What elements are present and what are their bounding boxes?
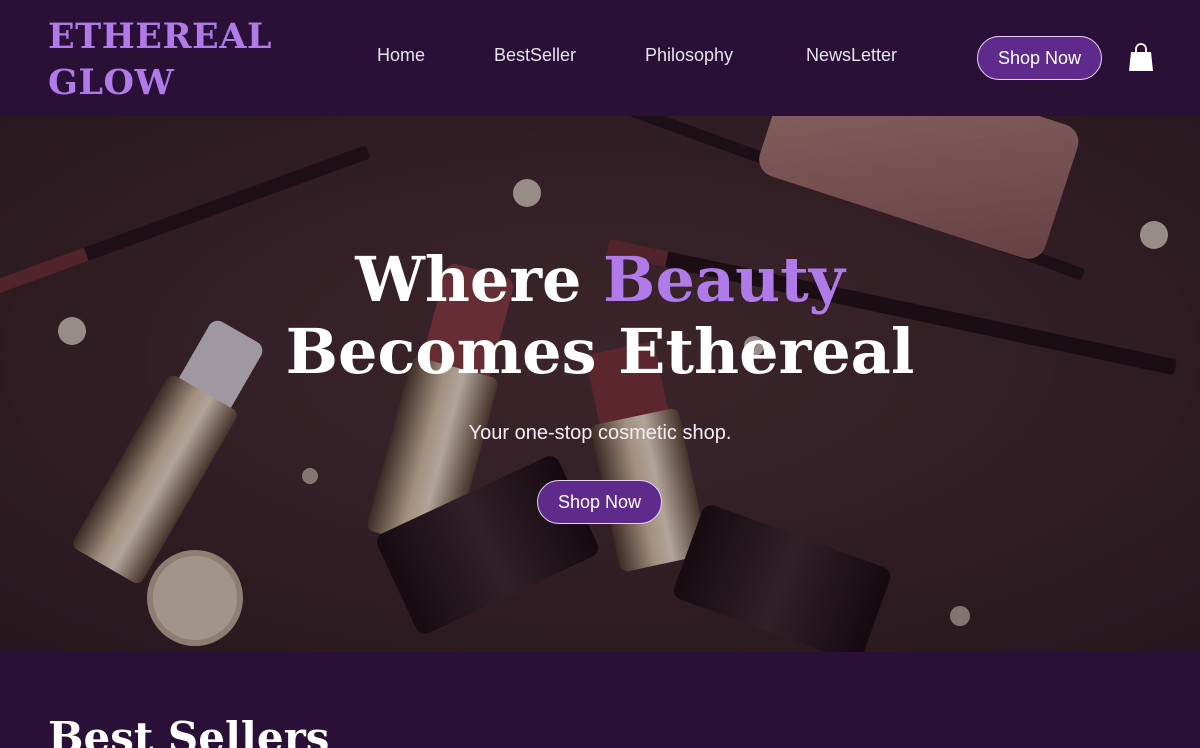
nav-link-philosophy[interactable]: Philosophy [645,45,733,66]
shopping-bag-icon[interactable] [1128,42,1154,72]
hero-subtitle: Your one-stop cosmetic shop. [468,422,732,444]
nav-link-bestseller[interactable]: BestSeller [494,45,576,66]
header-shop-now-button[interactable]: Shop Now [977,36,1102,80]
brand-logo-line1: ETHEREAL [48,16,272,57]
hero-title-accent: Beauty [603,243,845,316]
hero-title-part1: Where [355,243,604,316]
best-sellers-heading: Best Sellers [48,713,330,748]
brand-logo[interactable]: ETHEREAL GLOW [48,14,272,106]
hero-title: Where Beauty Becomes Ethereal [0,244,1200,388]
nav-link-newsletter[interactable]: NewsLetter [806,45,897,66]
nav-link-home[interactable]: Home [377,45,425,66]
brand-logo-line2: GLOW [48,62,175,103]
hero-shop-now-button[interactable]: Shop Now [537,480,662,524]
hero-section: Where Beauty Becomes Ethereal Your one-s… [0,116,1200,652]
hero-title-line2: Becomes Ethereal [285,315,915,388]
site-header: ETHEREAL GLOW Home BestSeller Philosophy… [0,0,1200,116]
